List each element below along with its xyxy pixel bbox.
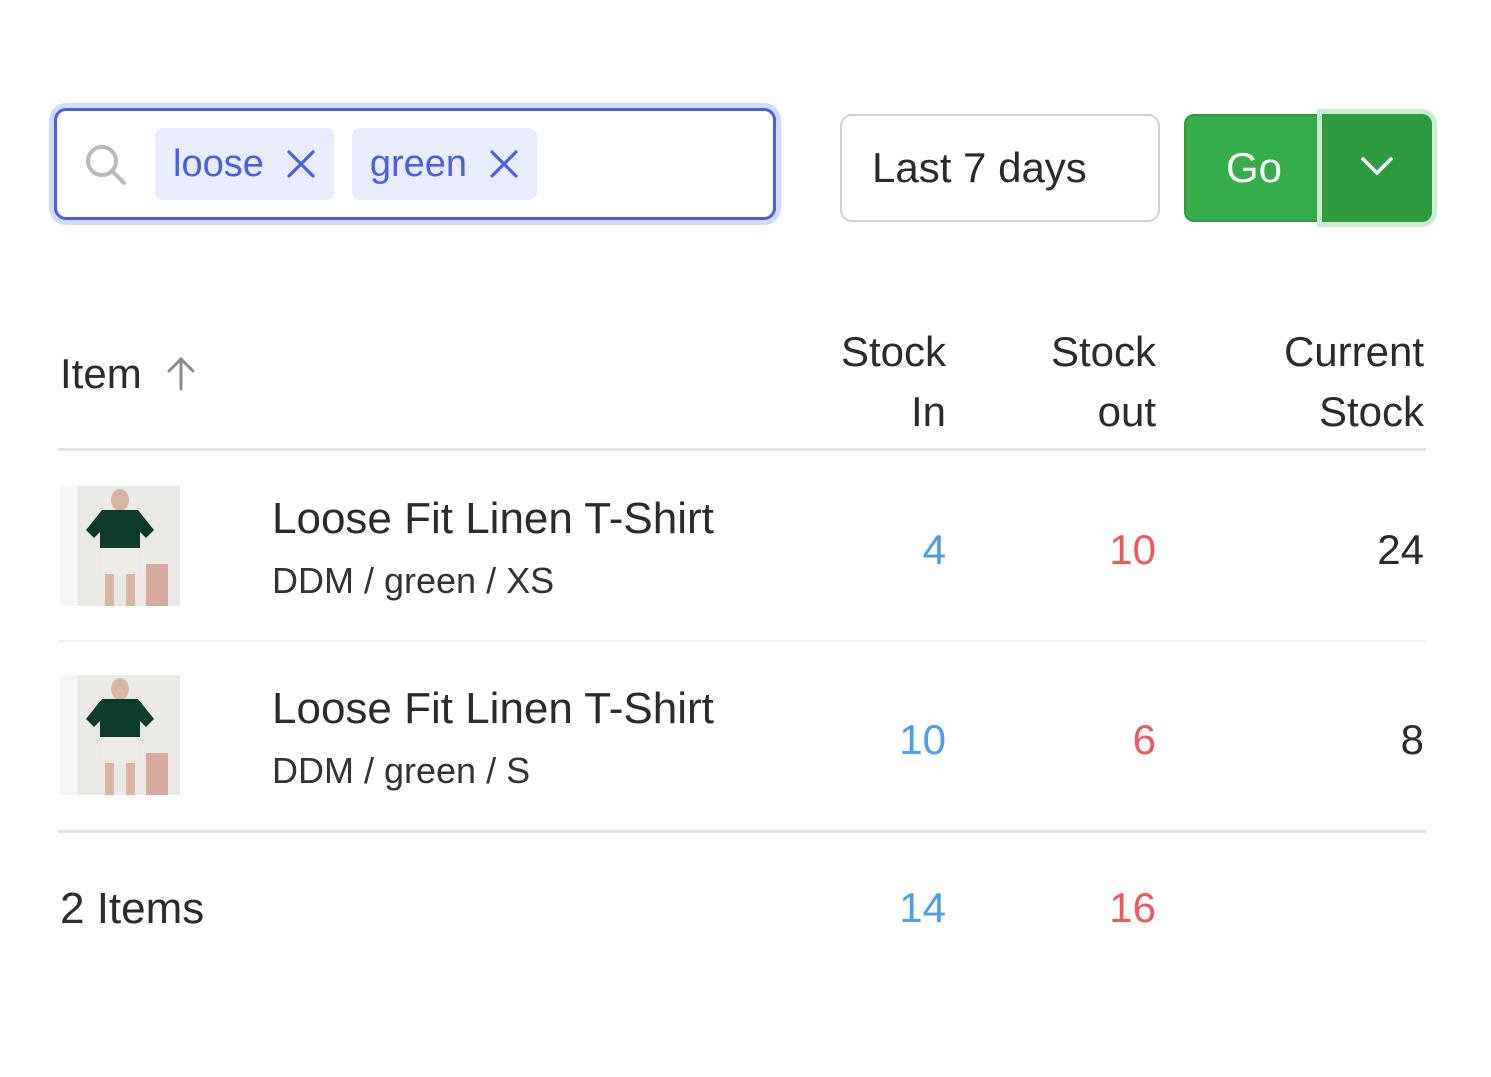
table-header: Item Stock In Stock out Current Stock <box>58 320 1426 451</box>
filter-tag-loose: loose <box>155 128 334 200</box>
product-name[interactable]: Loose Fit Linen T-Shirt <box>272 684 714 734</box>
column-header-item[interactable]: Item <box>60 344 198 404</box>
table-row[interactable]: Loose Fit Linen T-Shirt DDM / green / XS… <box>58 450 1426 642</box>
search-icon <box>83 142 127 186</box>
column-header-stock-in-line1: Stock <box>840 328 946 375</box>
filter-tag-label: loose <box>173 142 264 185</box>
search-input[interactable]: loose green <box>54 108 776 220</box>
sort-ascending-icon[interactable] <box>164 355 198 393</box>
column-header-stock-in-line2: In <box>910 388 946 435</box>
column-header-current-stock-line1: Current <box>1283 328 1424 375</box>
stock-in-value: 10 <box>899 716 946 763</box>
column-header-stock-in[interactable]: Stock In <box>746 322 946 442</box>
product-name[interactable]: Loose Fit Linen T-Shirt <box>272 494 714 544</box>
date-range-select[interactable]: Last 7 days <box>840 114 1160 222</box>
stock-out-value: 6 <box>1132 716 1156 763</box>
product-variant: DDM / green / XS <box>272 560 555 601</box>
stock-in-value: 4 <box>922 526 946 573</box>
stock-out-value: 10 <box>1109 526 1156 573</box>
column-header-current-stock[interactable]: Current Stock <box>1124 322 1424 442</box>
current-stock-value: 24 <box>1377 526 1424 573</box>
product-thumbnail <box>60 675 180 795</box>
column-header-current-stock-line2: Stock <box>1318 388 1424 435</box>
go-dropdown-toggle[interactable] <box>1322 114 1432 222</box>
chevron-down-icon <box>1360 155 1394 182</box>
close-icon[interactable] <box>489 149 519 179</box>
go-button[interactable]: Go <box>1184 114 1322 222</box>
go-button-label: Go <box>1225 144 1283 191</box>
stock-out-total: 16 <box>1109 884 1156 931</box>
close-icon[interactable] <box>286 149 316 179</box>
filter-tag-green: green <box>351 128 538 200</box>
product-thumbnail <box>60 486 180 606</box>
product-variant: DDM / green / S <box>272 750 531 791</box>
current-stock-value: 8 <box>1400 716 1424 763</box>
stock-in-total: 14 <box>899 884 946 931</box>
filter-tag-label: green <box>369 142 468 185</box>
column-header-item-label: Item <box>60 350 142 397</box>
go-split-button: Go <box>1184 114 1432 222</box>
date-range-label: Last 7 days <box>872 144 1087 191</box>
item-count: 2 Items <box>60 884 205 933</box>
table-row[interactable]: Loose Fit Linen T-Shirt DDM / green / S … <box>58 640 1426 833</box>
